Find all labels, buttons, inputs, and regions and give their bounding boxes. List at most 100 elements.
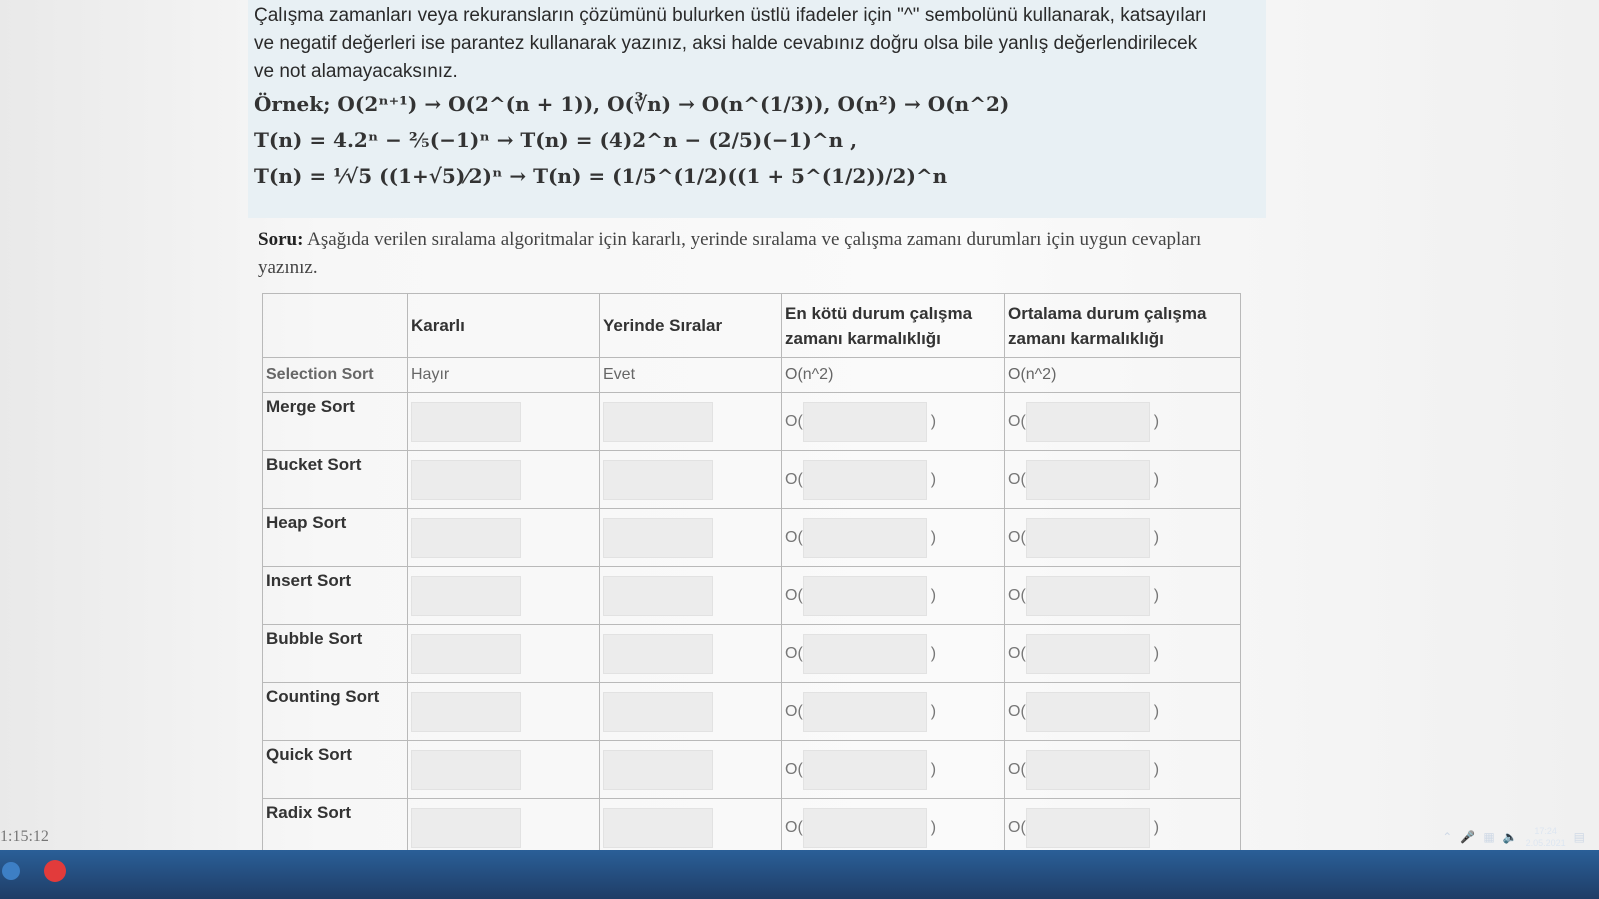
stable-input[interactable] bbox=[411, 517, 521, 558]
inplace-cell bbox=[599, 508, 782, 567]
inplace-input[interactable] bbox=[603, 401, 713, 442]
average-case-cell: O() bbox=[1004, 392, 1241, 451]
o-suffix: ) bbox=[930, 528, 937, 546]
header-empty bbox=[262, 293, 408, 358]
o-suffix: ) bbox=[1153, 412, 1160, 430]
algorithm-name: Bubble Sort bbox=[262, 624, 408, 683]
inplace-input[interactable] bbox=[603, 459, 713, 500]
worst-case-input[interactable] bbox=[802, 633, 927, 674]
stable-cell bbox=[407, 798, 600, 857]
o-prefix: O( bbox=[1008, 586, 1026, 604]
worst-case-cell: O() bbox=[781, 508, 1005, 567]
worst-case-input[interactable] bbox=[802, 459, 927, 500]
average-case-input[interactable] bbox=[1025, 807, 1150, 848]
algorithm-name: Merge Sort bbox=[262, 392, 408, 451]
o-prefix: O( bbox=[1008, 528, 1026, 546]
header-worst-case: En kötü durum çalışma zamanı karmalıklığ… bbox=[781, 293, 1005, 358]
start-button-icon[interactable] bbox=[2, 862, 20, 880]
header-stable: Kararlı bbox=[407, 293, 600, 358]
inplace-input[interactable] bbox=[603, 633, 713, 674]
o-suffix: ) bbox=[1153, 528, 1160, 546]
average-case-input[interactable] bbox=[1025, 749, 1150, 790]
o-suffix: ) bbox=[1153, 818, 1160, 836]
inplace-input[interactable] bbox=[603, 517, 713, 558]
worst-case-input[interactable] bbox=[802, 807, 927, 848]
algorithm-name: Bucket Sort bbox=[262, 450, 408, 509]
inplace-cell bbox=[599, 682, 782, 741]
example-average-value: O(n^2) bbox=[1004, 357, 1241, 393]
table-row: Bucket Sort O() O() bbox=[262, 450, 1241, 509]
instruction-line-3: ve not alamayacaksınız. bbox=[254, 61, 458, 82]
stable-input[interactable] bbox=[411, 401, 521, 442]
stable-input[interactable] bbox=[411, 575, 521, 616]
average-case-input[interactable] bbox=[1025, 401, 1150, 442]
inplace-cell bbox=[599, 450, 782, 509]
example-worst-value: O(n^2) bbox=[781, 357, 1005, 393]
inplace-cell bbox=[599, 798, 782, 857]
stable-input[interactable] bbox=[411, 691, 521, 732]
o-prefix: O( bbox=[785, 528, 803, 546]
o-suffix: ) bbox=[930, 586, 937, 604]
worst-case-cell: O() bbox=[781, 392, 1005, 451]
average-case-cell: O() bbox=[1004, 682, 1241, 741]
average-case-cell: O() bbox=[1004, 508, 1241, 567]
worst-case-input[interactable] bbox=[802, 517, 927, 558]
table-row: Counting Sort O() O() bbox=[262, 682, 1241, 741]
o-prefix: O( bbox=[785, 470, 803, 488]
worst-case-cell: O() bbox=[781, 682, 1005, 741]
table-row: Quick Sort O() O() bbox=[262, 740, 1241, 799]
o-prefix: O( bbox=[1008, 412, 1026, 430]
table-row: Heap Sort O() O() bbox=[262, 508, 1241, 567]
chevron-up-icon[interactable]: ⌃ bbox=[1442, 830, 1452, 844]
microphone-icon[interactable]: 🎤 bbox=[1460, 830, 1475, 844]
average-case-input[interactable] bbox=[1025, 691, 1150, 732]
inplace-cell bbox=[599, 624, 782, 683]
network-icon[interactable]: ▦ bbox=[1483, 830, 1494, 844]
inplace-cell bbox=[599, 566, 782, 625]
average-case-input[interactable] bbox=[1025, 633, 1150, 674]
o-prefix: O( bbox=[1008, 760, 1026, 778]
worst-case-cell: O() bbox=[781, 740, 1005, 799]
table-row: Insert Sort O() O() bbox=[262, 566, 1241, 625]
browser-app-icon[interactable] bbox=[44, 860, 66, 882]
average-case-input[interactable] bbox=[1025, 575, 1150, 616]
inplace-input[interactable] bbox=[603, 807, 713, 848]
o-suffix: ) bbox=[930, 702, 937, 720]
worst-case-cell: O() bbox=[781, 566, 1005, 625]
table-header-row: Kararlı Yerinde Sıralar En kötü durum ça… bbox=[262, 293, 1241, 358]
worst-case-cell: O() bbox=[781, 450, 1005, 509]
o-suffix: ) bbox=[930, 644, 937, 662]
stable-input[interactable] bbox=[411, 633, 521, 674]
worst-case-input[interactable] bbox=[802, 401, 927, 442]
o-prefix: O( bbox=[785, 818, 803, 836]
inplace-input[interactable] bbox=[603, 575, 713, 616]
o-prefix: O( bbox=[785, 702, 803, 720]
speaker-icon[interactable]: 🔈 bbox=[1503, 830, 1518, 844]
stable-input[interactable] bbox=[411, 749, 521, 790]
notification-icon[interactable]: ▤ bbox=[1574, 830, 1585, 844]
o-suffix: ) bbox=[930, 470, 937, 488]
sorting-algorithms-table: Kararlı Yerinde Sıralar En kötü durum ça… bbox=[262, 293, 1241, 857]
average-case-input[interactable] bbox=[1025, 459, 1150, 500]
average-case-input[interactable] bbox=[1025, 517, 1150, 558]
inplace-input[interactable] bbox=[603, 749, 713, 790]
inplace-input[interactable] bbox=[603, 691, 713, 732]
o-suffix: ) bbox=[1153, 702, 1160, 720]
question-label: Soru: bbox=[258, 229, 304, 250]
worst-case-cell: O() bbox=[781, 624, 1005, 683]
worst-case-input[interactable] bbox=[802, 749, 927, 790]
o-suffix: ) bbox=[930, 818, 937, 836]
worst-case-input[interactable] bbox=[802, 691, 927, 732]
tray-clock[interactable]: 17:24 2.05.2021 bbox=[1526, 825, 1566, 849]
algorithm-name: Selection Sort bbox=[262, 357, 408, 393]
example-line-3: T(n) = ¹⁄√5 ((1+√5)⁄2)ⁿ → T(n) = (1/5^(1… bbox=[254, 164, 948, 188]
example-row: Selection Sort Hayır Evet O(n^2) O(n^2) bbox=[262, 357, 1241, 393]
header-inplace: Yerinde Sıralar bbox=[599, 293, 782, 358]
stable-input[interactable] bbox=[411, 459, 521, 500]
stable-input[interactable] bbox=[411, 807, 521, 848]
o-prefix: O( bbox=[785, 586, 803, 604]
worst-case-cell: O() bbox=[781, 798, 1005, 857]
worst-case-input[interactable] bbox=[802, 575, 927, 616]
windows-taskbar bbox=[0, 850, 1599, 899]
instruction-line-1: Çalışma zamanları veya rekuransların çöz… bbox=[254, 5, 1207, 26]
